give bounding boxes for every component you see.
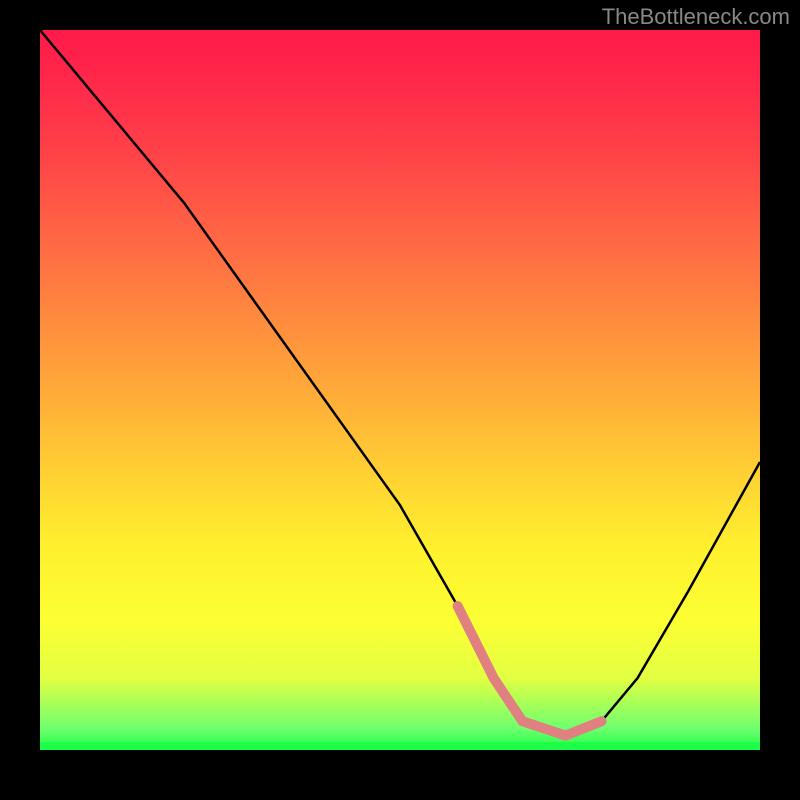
watermark-text: TheBottleneck.com — [602, 4, 790, 30]
chart-plot-area — [40, 30, 760, 750]
bottleneck-chart — [40, 30, 760, 750]
optimal-range-highlight — [458, 606, 602, 736]
bottleneck-curve-line — [40, 30, 760, 736]
